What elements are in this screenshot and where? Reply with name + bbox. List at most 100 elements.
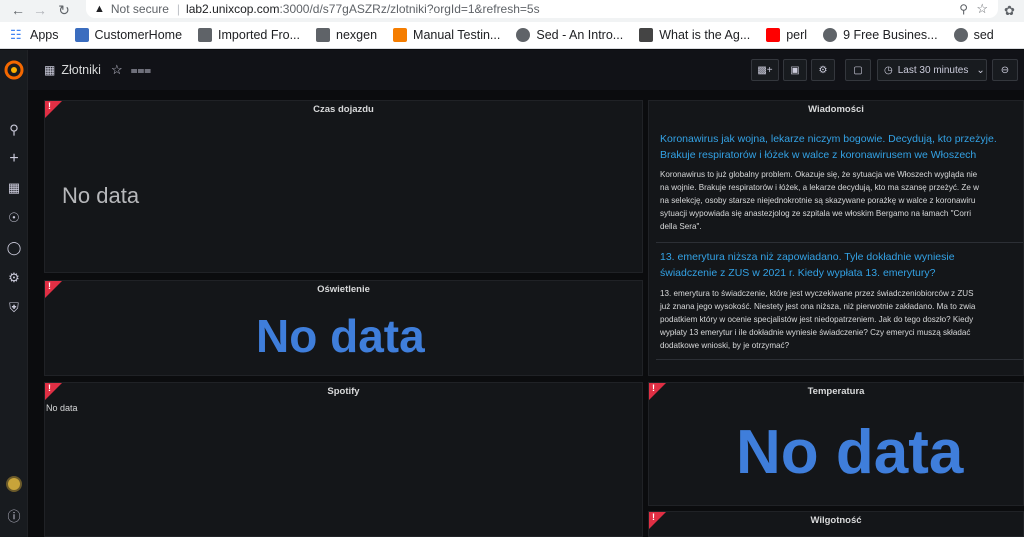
news-headline[interactable]: 13. emerytura niższa niż zapowiadano. Ty… (660, 249, 955, 281)
url-separator: | (176, 2, 181, 16)
news-body-line: na selekcję, osoby starsze niejednokrotn… (660, 196, 976, 205)
warning-icon: ▲ (94, 3, 105, 15)
add-panel-button[interactable]: ▩+ (751, 59, 779, 81)
forward-arrow-icon[interactable]: → (28, 2, 52, 18)
bookmark-label: nexgen (336, 28, 378, 42)
news-body-line: della Sera". (660, 222, 702, 231)
reload-icon[interactable]: ↻ (52, 2, 76, 19)
time-picker-button[interactable]: ◷ Last 30 minutes ⌄ (877, 59, 987, 81)
folder-icon (198, 28, 213, 42)
news-headline-line[interactable]: 13. emerytura niższa niż zapowiadano. Ty… (660, 249, 955, 265)
panel-wiadomosci[interactable]: Wiadomości Koronawirus jak wojna, lekarz… (648, 100, 1024, 376)
news-divider (656, 242, 1023, 243)
news-headline-line[interactable]: Koronawirus jak wojna, lekarze niczym bo… (660, 131, 997, 147)
bookmark-label: Sed - An Intro... (536, 28, 624, 42)
bookmark-item[interactable]: Manual Testin... (393, 28, 500, 42)
bookmark-label: Imported Fro... (218, 28, 301, 42)
panel-title[interactable]: Temperatura (649, 386, 1023, 397)
star-icon[interactable]: ☆ (111, 62, 123, 78)
news-body-line: na wojnie. Brakuje respiratorów i łóżek,… (660, 183, 979, 192)
bookmark-label: perl (786, 28, 808, 42)
apps-grid-icon: ☷ (10, 27, 22, 42)
globe-icon (823, 28, 838, 42)
news-body-line: Koronawirus to już globalny problem. Oka… (660, 170, 978, 179)
search-icon[interactable]: ⚲ (0, 122, 28, 138)
dashboards-grid-icon: ▦ (44, 63, 56, 77)
news-body: Koronawirus to już globalny problem. Oka… (660, 168, 979, 233)
panel-temperatura[interactable]: ! Temperatura No data (648, 382, 1024, 506)
bookmarks-bar: ☷ Apps CustomerHome Imported Fro... nexgen Ma… (0, 22, 1024, 49)
news-headline-line[interactable]: Brakuje respiratorów i łóżek w walce z k… (660, 147, 997, 163)
news-headline[interactable]: Koronawirus jak wojna, lekarze niczym bo… (660, 131, 997, 163)
zoom-out-button[interactable]: ⊖ (992, 59, 1018, 81)
security-label: Not secure (110, 2, 169, 16)
panel-title[interactable]: Spotify (45, 386, 642, 397)
save-dashboard-button[interactable]: ▣ (783, 59, 807, 81)
url-path: :3000/d/s77gASZRz/zlotniki?orgId=1&refre… (279, 2, 540, 16)
grafana-sidebar: ⚲ + ▦ ☉ ◯ ⚙ ⛨ ⓘ (0, 50, 28, 537)
folder-icon (316, 28, 331, 42)
grafana-logo-icon[interactable] (4, 60, 24, 80)
panel-title[interactable]: Wilgotność (649, 515, 1023, 526)
bookmark-item[interactable]: CustomerHome (74, 28, 183, 42)
bookmark-label: What is the Ag... (659, 28, 751, 42)
avatar[interactable] (6, 476, 22, 492)
news-headline-line[interactable]: świadczenie z ZUS w 2021 r. Kiedy wypłat… (660, 265, 955, 281)
panel-title[interactable]: Czas dojazdu (45, 104, 642, 115)
bookmark-item[interactable]: ☷ Apps (10, 27, 59, 43)
dashboard-settings-button[interactable]: ⚙ (811, 59, 835, 81)
dashboards-grid-icon[interactable]: ▦ (0, 180, 28, 196)
panel-title[interactable]: Wiadomości (649, 104, 1023, 115)
news-body-line: podatkiem który w ocenie specjalistów je… (660, 315, 974, 324)
time-range-label: Last 30 minutes (897, 64, 969, 76)
tv-mode-button[interactable]: ▢ (845, 59, 871, 81)
globe-icon (516, 28, 531, 42)
news-body-line: dodatkowe wnioski, by je otrzymać? (660, 341, 790, 350)
panel-czas-dojazdu[interactable]: ! Czas dojazdu No data (44, 100, 643, 273)
youtube-icon (766, 28, 781, 42)
customer-home-icon (74, 28, 89, 42)
back-arrow-icon[interactable]: ← (6, 2, 30, 18)
news-body-line: wypłaty 13 emerytur i ile dokładnie wyni… (660, 328, 971, 337)
bookmark-item[interactable]: Imported Fro... (198, 28, 300, 42)
address-bar[interactable]: ▲ Not secure | lab2.unixcop.com :3000/d/… (86, 0, 998, 18)
url-host: lab2.unixcop.com (186, 2, 280, 16)
bookmark-item[interactable]: 9 Free Busines... (823, 28, 938, 42)
panel-title[interactable]: Oświetlenie (45, 284, 642, 295)
bookmark-label: CustomerHome (94, 28, 183, 42)
bookmark-item[interactable]: Sed - An Intro... (516, 28, 623, 42)
d-logo-icon (639, 28, 654, 42)
share-icon[interactable]: ⩶ (131, 63, 152, 78)
search-icon[interactable]: ⚲ (959, 2, 968, 16)
shield-icon[interactable]: ⛨ (0, 300, 28, 316)
compass-icon[interactable]: ☉ (0, 210, 28, 226)
no-data-text: No data (736, 418, 964, 487)
gear-icon[interactable]: ⚙ (0, 270, 28, 286)
bell-icon[interactable]: ◯ (0, 240, 28, 256)
bookmark-item[interactable]: perl (766, 28, 807, 42)
no-data-text: No data (256, 310, 425, 362)
clock-icon: ◷ (884, 64, 893, 76)
bookmark-item[interactable]: nexgen (316, 28, 377, 42)
news-body: 13. emerytura to świadczenie, które jest… (660, 287, 975, 352)
browser-toolbar: ← → ↻ ▲ Not secure | lab2.unixcop.com :3… (0, 0, 1024, 22)
panel-wilgotnosc[interactable]: ! Wilgotność (648, 511, 1024, 537)
help-icon[interactable]: ⓘ (0, 506, 28, 525)
star-icon[interactable]: ☆ (976, 1, 988, 17)
bookmark-label: Apps (30, 28, 59, 42)
news-body-line: 13. emerytura to świadczenie, które jest… (660, 289, 974, 298)
bookmark-item[interactable]: What is the Ag... (639, 28, 750, 42)
blogger-icon (393, 28, 408, 42)
no-data-text: No data (46, 403, 78, 413)
news-divider (656, 359, 1023, 360)
panel-spotify[interactable]: ! Spotify No data (44, 382, 643, 537)
chevron-down-icon: ⌄ (976, 64, 985, 76)
dashboard-header: ▦ Złotniki ☆ ⩶ ▩+ ▣ ⚙ ▢ ◷ Last 30 minute… (28, 50, 1024, 90)
panel-oswietlenie[interactable]: ! Oświetlenie No data (44, 280, 643, 376)
dashboard-title[interactable]: Złotniki (61, 63, 101, 77)
no-data-text: No data (62, 183, 140, 208)
extensions-icon[interactable]: ✿ (1004, 3, 1015, 19)
globe-icon (953, 28, 968, 42)
bookmark-item[interactable]: sed (953, 28, 994, 42)
plus-icon[interactable]: + (0, 150, 28, 168)
